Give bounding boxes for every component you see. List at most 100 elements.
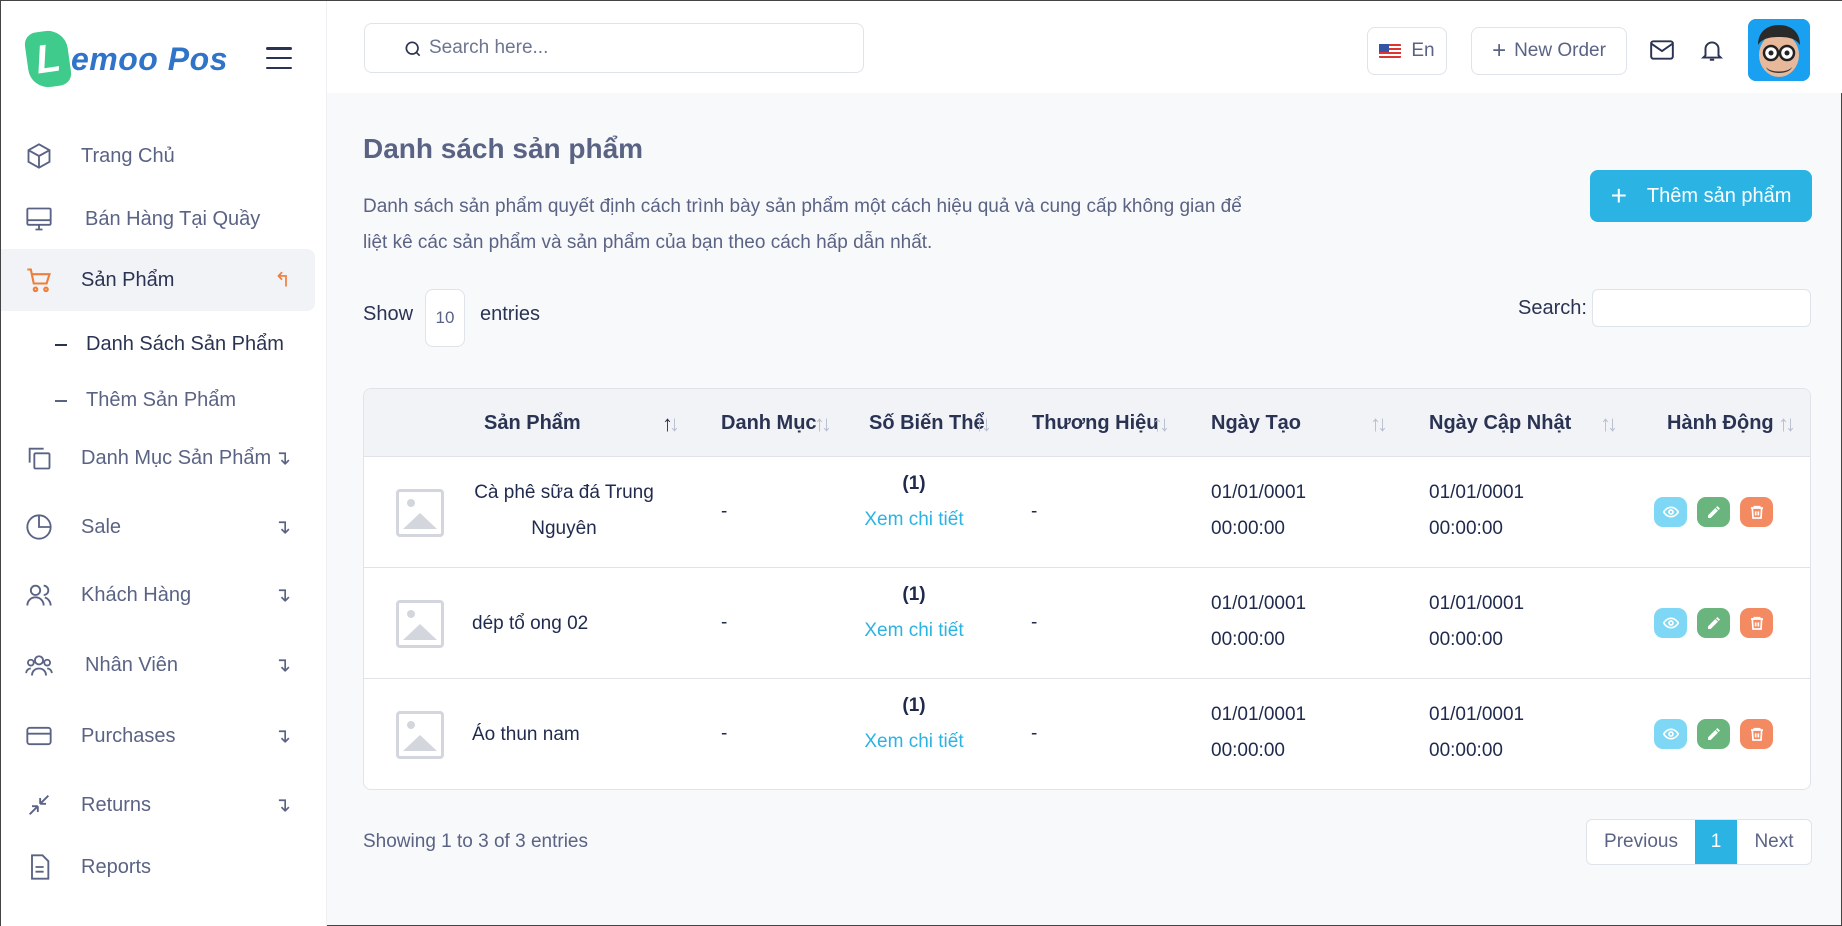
previous-page-button[interactable]: Previous bbox=[1587, 820, 1695, 864]
image-placeholder-icon bbox=[396, 711, 444, 759]
category-cell: - bbox=[721, 612, 728, 633]
add-product-label: Thêm sản phẩm bbox=[1646, 184, 1792, 207]
search-input[interactable]: Search here... bbox=[364, 23, 864, 73]
search-icon bbox=[405, 41, 421, 57]
monitor-icon bbox=[26, 207, 52, 231]
logo-text: emoo Pos bbox=[71, 40, 228, 77]
add-product-button[interactable]: + Thêm sản phẩm bbox=[1590, 170, 1812, 222]
next-page-button[interactable]: Next bbox=[1737, 820, 1811, 864]
variant-detail-link[interactable]: Xem chi tiết bbox=[834, 509, 994, 531]
updated-time: 00:00:00 bbox=[1429, 518, 1503, 539]
column-header-brand[interactable]: Thương Hiệu bbox=[1032, 389, 1162, 457]
variant-detail-link[interactable]: Xem chi tiết bbox=[834, 731, 994, 753]
language-button[interactable]: En bbox=[1367, 27, 1447, 75]
variant-count: (1) bbox=[902, 695, 926, 716]
sort-icon[interactable]: ↑↓ bbox=[1778, 411, 1796, 437]
sort-icon[interactable]: ↑↓ bbox=[662, 411, 680, 437]
sidebar-item-label: Purchases bbox=[81, 724, 176, 747]
cube-icon bbox=[27, 143, 51, 169]
users-icon bbox=[26, 584, 52, 606]
sidebar-item-label: Sản Phẩm bbox=[81, 268, 175, 291]
sidebar-item-home[interactable]: Trang Chủ bbox=[1, 123, 326, 189]
table-header: Sản Phẩm ↑↓ Danh Mục ↑↓ Số Biến Thể ↑↓ T… bbox=[364, 389, 1810, 457]
pie-chart-icon bbox=[26, 514, 52, 540]
sidebar-subitem-add-product[interactable]: Thêm Sản Phẩm bbox=[1, 377, 326, 423]
sort-icon[interactable]: ↑↓ bbox=[1370, 411, 1388, 437]
edit-button[interactable] bbox=[1697, 497, 1730, 527]
column-header-created[interactable]: Ngày Tạo bbox=[1211, 389, 1331, 457]
sidebar-item-reports[interactable]: Reports bbox=[1, 839, 326, 895]
page-description: Danh sách sản phẩm quyết định cách trình… bbox=[363, 196, 1242, 253]
edit-button[interactable] bbox=[1697, 719, 1730, 749]
image-placeholder-icon bbox=[396, 489, 444, 537]
sidebar-item-products[interactable]: Sản Phẩm ↰ bbox=[1, 249, 315, 311]
delete-button[interactable] bbox=[1740, 497, 1773, 527]
sidebar-item-label: Returns bbox=[81, 793, 152, 816]
updated-date: 01/01/0001 bbox=[1429, 593, 1525, 614]
pagination: Previous 1 Next bbox=[1586, 819, 1812, 865]
variant-detail-link[interactable]: Xem chi tiết bbox=[834, 620, 994, 642]
trash-icon bbox=[1750, 505, 1763, 519]
show-label: Show bbox=[363, 303, 414, 325]
expand-arrow-icon: ↴ bbox=[274, 584, 291, 607]
created-time: 00:00:00 bbox=[1211, 740, 1285, 761]
avatar-illustration bbox=[1748, 19, 1810, 81]
sidebar-item-categories[interactable]: Danh Mục Sản Phẩm ↴ bbox=[1, 423, 326, 493]
sidebar-item-label: Khách Hàng bbox=[81, 583, 192, 606]
created-date: 01/01/0001 bbox=[1211, 482, 1307, 503]
sidebar-nav: Trang Chủ Bán Hàng Tại Quầy Sản Phẩm ↰ D… bbox=[1, 123, 326, 895]
sidebar-item-customers[interactable]: Khách Hàng ↴ bbox=[1, 561, 326, 629]
mail-icon[interactable] bbox=[1649, 37, 1675, 63]
table-row: Cà phê sữa đá Trung Nguyên - (1) Xem chi… bbox=[364, 457, 1810, 568]
view-button[interactable] bbox=[1654, 608, 1687, 638]
pencil-icon bbox=[1707, 506, 1720, 518]
category-cell: - bbox=[721, 723, 728, 744]
sidebar-item-sale[interactable]: Sale ↴ bbox=[1, 493, 326, 561]
column-header-updated[interactable]: Ngày Cập Nhật bbox=[1429, 389, 1589, 457]
sort-icon[interactable]: ↑↓ bbox=[1152, 411, 1170, 437]
edit-button[interactable] bbox=[1697, 608, 1730, 638]
cart-icon bbox=[27, 268, 51, 293]
entries-label: entries bbox=[480, 303, 541, 325]
view-button[interactable] bbox=[1654, 719, 1687, 749]
sidebar-item-employees[interactable]: Nhân Viên ↴ bbox=[1, 629, 326, 701]
avatar[interactable] bbox=[1748, 19, 1810, 81]
team-icon bbox=[25, 655, 53, 676]
page-number-button[interactable]: 1 bbox=[1695, 820, 1737, 864]
delete-button[interactable] bbox=[1740, 608, 1773, 638]
page-length-select[interactable]: 10 bbox=[425, 289, 465, 347]
product-name: Cà phê sữa đá Trung Nguyên bbox=[474, 482, 654, 539]
product-name: Áo thun nam bbox=[472, 724, 580, 745]
pencil-icon bbox=[1707, 617, 1720, 629]
delete-button[interactable] bbox=[1740, 719, 1773, 749]
search-placeholder: Search here... bbox=[429, 37, 549, 58]
column-header-category[interactable]: Danh Mục bbox=[721, 389, 821, 457]
column-header-actions: Hành Động bbox=[1667, 411, 1774, 434]
sort-icon[interactable]: ↑↓ bbox=[814, 411, 832, 437]
logo[interactable]: L emoo Pos bbox=[23, 28, 228, 90]
sidebar-item-pos[interactable]: Bán Hàng Tại Quầy bbox=[1, 189, 326, 249]
sort-icon[interactable]: ↑↓ bbox=[974, 411, 992, 437]
eye-icon bbox=[1662, 617, 1679, 629]
sidebar-item-returns[interactable]: Returns ↴ bbox=[1, 771, 326, 839]
table-search-input[interactable] bbox=[1592, 289, 1811, 327]
menu-toggle-icon[interactable] bbox=[266, 47, 292, 69]
new-order-button[interactable]: + New Order bbox=[1471, 27, 1627, 75]
new-order-label: New Order bbox=[1514, 40, 1606, 61]
created-date: 01/01/0001 bbox=[1211, 704, 1307, 725]
expand-arrow-icon: ↴ bbox=[274, 725, 291, 748]
image-placeholder-icon bbox=[396, 600, 444, 648]
table-info: Showing 1 to 3 of 3 entries bbox=[363, 831, 588, 852]
sidebar-item-purchases[interactable]: Purchases ↴ bbox=[1, 701, 326, 771]
view-button[interactable] bbox=[1654, 497, 1687, 527]
sort-icon[interactable]: ↑↓ bbox=[1600, 411, 1618, 437]
logo-mark: L bbox=[23, 28, 73, 90]
page-title: Danh sách sản phẩm bbox=[363, 133, 644, 164]
bell-icon[interactable] bbox=[1699, 37, 1725, 63]
brand-cell: - bbox=[1031, 612, 1038, 633]
column-header-product[interactable]: Sản Phẩm bbox=[484, 389, 604, 457]
sidebar-subitem-product-list[interactable]: Danh Sách Sản Phẩm bbox=[1, 311, 326, 377]
category-cell: - bbox=[721, 501, 728, 522]
column-header-variants[interactable]: Số Biến Thể bbox=[869, 389, 984, 457]
expand-arrow-icon: ↴ bbox=[274, 794, 291, 817]
